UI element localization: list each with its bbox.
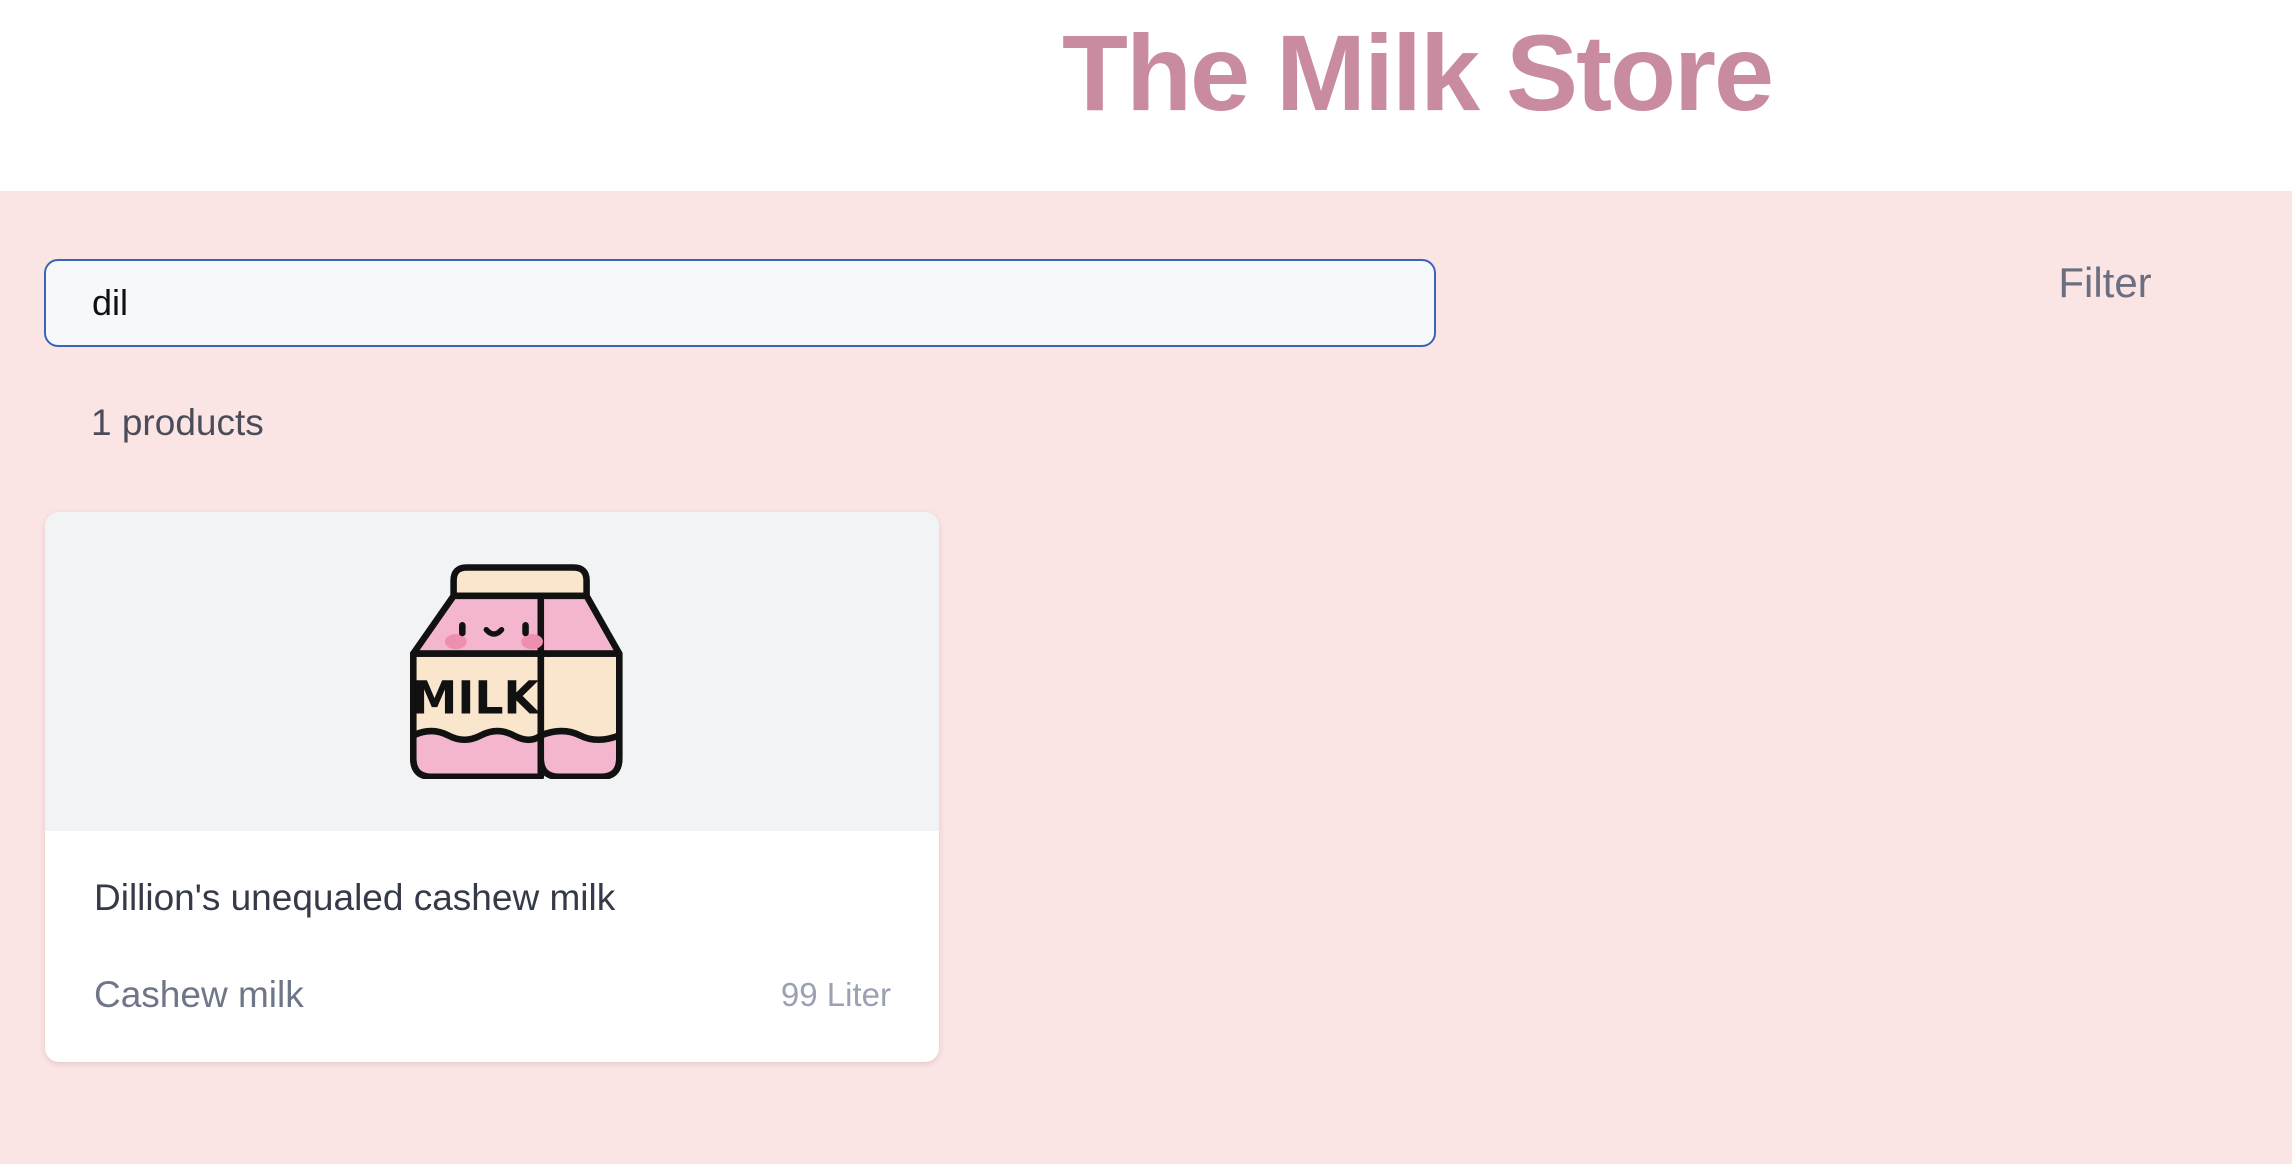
product-quantity: 99 Liter <box>780 976 891 1013</box>
milk-label-text: MILK <box>412 672 541 725</box>
filter-button[interactable]: Filter <box>2040 251 2170 315</box>
result-count: 1 products <box>91 402 264 443</box>
product-category: Cashew milk <box>94 974 304 1015</box>
product-card[interactable]: MILK Dillion's unequaled cashew milk Cas… <box>45 512 939 1062</box>
site-title: The Milk Store <box>1062 12 1774 133</box>
milk-carton-icon: MILK <box>410 564 623 779</box>
main-content: Filter 1 products <box>0 191 2292 1164</box>
product-name: Dillion's unequaled cashew milk <box>94 877 616 918</box>
product-image: MILK <box>45 512 939 831</box>
search-input[interactable] <box>44 259 1436 347</box>
site-header: The Milk Store <box>0 0 2292 191</box>
